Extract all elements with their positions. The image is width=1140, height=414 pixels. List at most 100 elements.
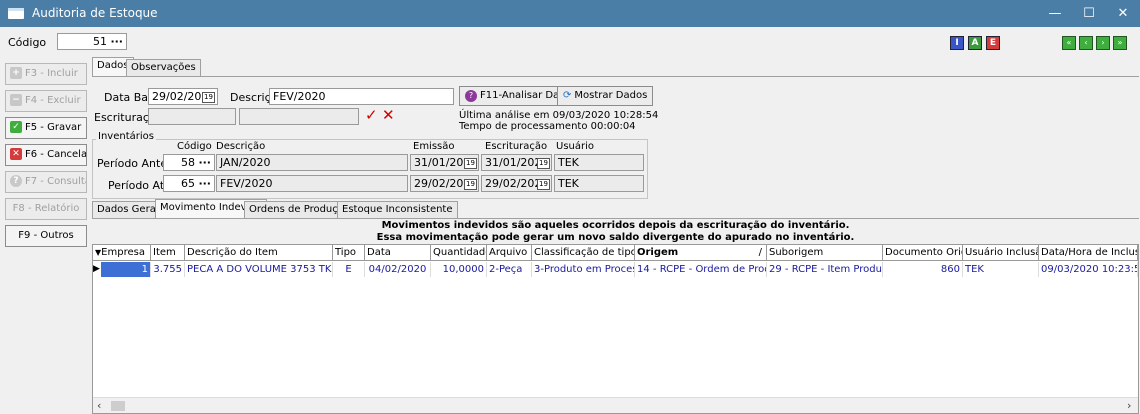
codigo-label: Código [8,36,47,49]
col-usuario[interactable]: Usuário Inclusão [963,245,1039,261]
col-empresa[interactable]: ▼Empresa [93,245,151,261]
minus-icon: − [10,94,22,106]
incluir-label: F3 - Incluir [25,68,78,79]
cell-documento[interactable]: 860 [883,262,963,277]
lookup-icon[interactable]: ··· [198,177,211,190]
col-descricao[interactable]: Descrição do Item [185,245,333,261]
movimentos-grid[interactable]: ▼Empresa Item Descrição do Item Tipo Dat… [92,244,1139,414]
col-suborigem[interactable]: Suborigem [767,245,883,261]
codigo-field[interactable]: 51 ··· [57,33,127,50]
col-data-hora[interactable]: Data/Hora de Inclusão [1039,245,1138,261]
lookup-icon[interactable]: ··· [110,35,123,48]
consultar-label: F7 - Consultar [25,176,86,187]
cell-classificacao[interactable]: 3-Produto em Processo [532,262,635,277]
tab-estoque-inconsistente[interactable]: Estoque Inconsistente [337,201,458,218]
minimize-button[interactable]: — [1038,0,1072,27]
descricao-field[interactable]: FEV/2020 [269,88,454,105]
col-documento[interactable]: Documento Orig... [883,245,963,261]
calendar-icon[interactable]: 19 [464,177,477,190]
ultima-analise: Última análise em 09/03/2020 10:28:54 [459,110,659,121]
tab-divider [92,218,1139,219]
window-title: Auditoria de Estoque [32,6,158,20]
previous-record-icon[interactable]: ‹ [1079,36,1093,50]
calendar-icon[interactable]: 19 [537,177,550,190]
incluir-button[interactable]: + F3 - Incluir [5,63,87,85]
col-quantidade[interactable]: Quantidade [431,245,487,261]
mostrar-dados-button[interactable]: ⟳ Mostrar Dados [557,86,654,106]
help-icon: ? [465,90,477,102]
inv-usuario-header: Usuário [556,141,595,152]
gravar-button[interactable]: ✓ F5 - Gravar [5,117,87,139]
gravar-label: F5 - Gravar [25,122,82,133]
excluir-button[interactable]: − F4 - Excluir [5,90,87,112]
refresh-icon: ⟳ [563,90,572,101]
last-record-icon[interactable]: » [1113,36,1127,50]
inv-codigo-header: Código [177,141,212,152]
alter-mode-button[interactable]: A [968,36,982,50]
outros-button[interactable]: F9 - Outros [5,225,87,247]
cell-descricao[interactable]: PECA A DO VOLUME 3753 TKS 2020 [185,262,333,277]
cancel-icon: ✕ [10,148,22,160]
cell-origem[interactable]: 14 - RCPE - Ordem de Produção [635,262,767,277]
close-button[interactable]: ✕ [1106,0,1140,27]
cell-data-hora[interactable]: 09/03/2020 10:23:57 [1039,262,1138,277]
cancelar-button[interactable]: ✕ F6 - Cancelar [5,144,87,166]
cell-arquivo[interactable]: 2-Peça [487,262,532,277]
inventarios-title: Inventários [96,131,156,142]
inv-descricao-header: Descrição [216,141,266,152]
escrituracao-field-1[interactable] [148,108,236,125]
excluir-label: F4 - Excluir [25,95,81,106]
periodo-atual-codigo-value: 65 [180,177,195,190]
first-record-icon[interactable]: « [1062,36,1076,50]
insert-mode-button[interactable]: I [950,36,964,50]
col-tipo[interactable]: Tipo [333,245,365,261]
scroll-thumb[interactable] [111,401,125,411]
plus-icon: + [10,67,22,79]
title-bar: Auditoria de Estoque — ☐ ✕ [0,0,1140,27]
cancel-x-icon[interactable]: ✕ [382,106,395,124]
periodo-anterior-codigo[interactable]: 58 ··· [163,154,215,171]
cell-tipo[interactable]: E [333,262,365,277]
scroll-right-icon[interactable]: › [1127,399,1131,412]
maximize-button[interactable]: ☐ [1072,0,1106,27]
col-arquivo[interactable]: Arquivo [487,245,532,261]
calendar-icon[interactable]: 19 [464,156,477,169]
cell-quantidade[interactable]: 10,0000 [431,262,487,277]
cell-item[interactable]: 3.755 [151,262,185,277]
outros-label: F9 - Outros [18,230,74,241]
relatorio-button[interactable]: F8 - Relatório [5,198,87,220]
cell-empresa[interactable]: 1 [101,262,151,277]
inv-escrituracao-header: Escrituração [485,141,548,152]
cell-suborigem[interactable]: 29 - RCPE - Item Produzido [767,262,883,277]
calendar-icon[interactable]: 19 [537,156,550,169]
delete-mode-button[interactable]: E [986,36,1000,50]
periodo-atual-codigo[interactable]: 65 ··· [163,175,215,192]
col-empresa-label: Empresa [101,247,145,258]
info-line-2: Essa movimentação pode gerar um novo sal… [376,232,855,243]
query-icon: ? [10,175,22,187]
tempo-processamento: Tempo de processamento 00:00:04 [459,121,636,132]
calendar-icon[interactable]: 19 [202,90,215,103]
confirm-icon[interactable]: ✓ [365,106,378,124]
escrituracao-field-2[interactable] [239,108,359,125]
col-item[interactable]: Item [151,245,185,261]
cell-data[interactable]: 04/02/2020 [365,262,431,277]
col-data[interactable]: Data [365,245,431,261]
scroll-left-icon[interactable]: ‹ [97,399,101,412]
col-origem[interactable]: Origem / [635,245,767,261]
periodo-anterior-descricao: JAN/2020 [216,154,408,171]
periodo-atual-descricao: FEV/2020 [216,175,408,192]
horizontal-scrollbar[interactable]: ‹ › [93,397,1138,413]
codigo-value: 51 [92,35,107,48]
lookup-icon[interactable]: ··· [198,156,211,169]
cancelar-label: F6 - Cancelar [25,149,87,160]
consultar-button[interactable]: ?F7 - Consultar [5,171,87,193]
next-record-icon[interactable]: › [1096,36,1110,50]
periodo-anterior-codigo-value: 58 [180,156,195,169]
check-icon: ✓ [10,121,22,133]
cell-usuario[interactable]: TEK [963,262,1039,277]
row-pointer-icon: ▶ [93,264,100,274]
tab-observacoes[interactable]: Observações [126,59,201,76]
col-classificacao[interactable]: Classificação de tipo [532,245,635,261]
periodo-anterior-usuario: TEK [554,154,644,171]
